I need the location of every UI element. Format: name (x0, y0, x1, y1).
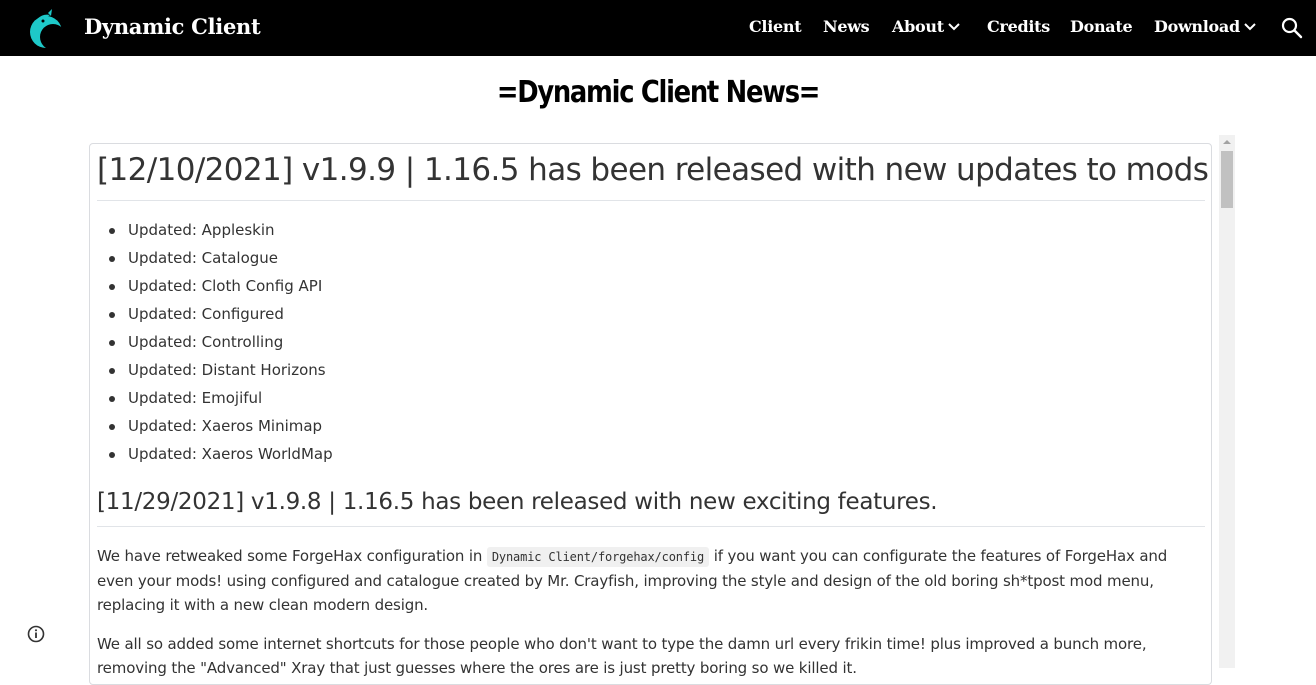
scroll-thumb[interactable] (1221, 151, 1233, 208)
release-paragraph-1: We have retweaked some ForgeHax configur… (97, 544, 1205, 617)
release-heading-v199: [12/10/2021] v1.9.9 | 1.16.5 has been re… (97, 152, 1212, 188)
list-item: Updated: Configured (90, 302, 333, 330)
list-item: Updated: Distant Horizons (90, 358, 333, 386)
nav-download-label: Download (1154, 17, 1240, 36)
config-path-code: Dynamic Client/forgehax/config (486, 547, 710, 567)
list-item: Updated: Cloth Config API (90, 274, 333, 302)
site-title[interactable]: Dynamic Client (84, 14, 261, 39)
nav-client[interactable]: Client (749, 17, 802, 36)
top-navigation-bar: Dynamic Client Client News About Credits… (0, 0, 1316, 56)
nav-about[interactable]: About (892, 17, 960, 36)
nav-donate[interactable]: Donate (1070, 17, 1133, 36)
list-item: Updated: Emojiful (90, 386, 333, 414)
nav-about-label: About (892, 17, 944, 36)
list-item: Updated: Controlling (90, 330, 333, 358)
release-paragraph-2: We all so added some internet shortcuts … (97, 635, 1147, 677)
scroll-up-arrow-icon[interactable] (1219, 135, 1235, 149)
list-item: Updated: Xaeros Minimap (90, 414, 333, 442)
nav-credits[interactable]: Credits (987, 17, 1050, 36)
list-item: Updated: Xaeros WorldMap (90, 442, 333, 470)
search-icon[interactable] (1281, 17, 1303, 39)
frame-scrollbar[interactable] (1219, 135, 1235, 668)
dynamic-client-logo-icon[interactable] (28, 9, 68, 49)
heading-divider (97, 526, 1205, 527)
list-item: Updated: Appleskin (90, 218, 333, 246)
news-embed-frame: [12/10/2021] v1.9.9 | 1.16.5 has been re… (89, 143, 1212, 685)
release-heading-v198: [11/29/2021] v1.9.8 | 1.16.5 has been re… (97, 489, 938, 515)
chevron-down-icon (1244, 22, 1256, 30)
nav-download[interactable]: Download (1154, 17, 1256, 36)
list-item: Updated: Catalogue (90, 246, 333, 274)
paragraph-text: We have retweaked some ForgeHax configur… (97, 547, 487, 565)
chevron-down-icon (948, 22, 960, 30)
page-title: =Dynamic Client News= (496, 75, 821, 110)
info-icon[interactable] (27, 625, 45, 643)
nav-news[interactable]: News (823, 17, 870, 36)
heading-divider (97, 200, 1205, 201)
update-list: Updated: Appleskin Updated: Catalogue Up… (90, 218, 333, 470)
